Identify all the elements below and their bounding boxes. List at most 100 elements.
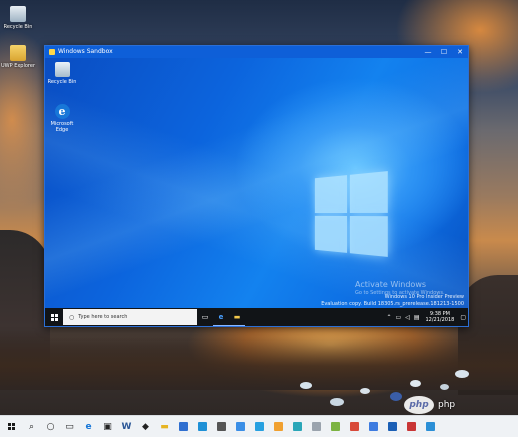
- wallpaper-stone: [455, 370, 469, 378]
- taskbar-app-2-icon: [198, 422, 207, 431]
- host-desktop-icon-label: Recycle Bin: [3, 24, 33, 30]
- recycle-bin-icon: [54, 62, 70, 77]
- host-task-view-button[interactable]: ▭: [60, 416, 79, 437]
- host-app-button[interactable]: [345, 416, 364, 437]
- php-watermark: php php: [404, 394, 516, 416]
- taskbar-app-9-icon: [331, 422, 340, 431]
- host-taskbar: ⌕ ○ ▭ e ▣ W ◆ ▬: [0, 415, 518, 437]
- search-icon: ○: [69, 313, 75, 321]
- search-placeholder: Type here to search: [78, 314, 128, 320]
- search-icon: ⌕: [28, 421, 35, 432]
- edge-icon: e: [218, 312, 224, 321]
- taskbar-app-13-icon: [407, 422, 416, 431]
- host-desktop-icon-label: UWP Explorer: [0, 63, 36, 69]
- wallpaper-stone: [440, 384, 449, 390]
- host-app-button[interactable]: [402, 416, 421, 437]
- host-file-explorer-button[interactable]: ▬: [155, 416, 174, 437]
- taskbar-file-explorer-button[interactable]: ▬: [229, 308, 245, 326]
- host-app-button[interactable]: ◆: [136, 416, 155, 437]
- volume-icon[interactable]: ◁: [405, 314, 410, 321]
- task-view-button[interactable]: ▭: [197, 308, 213, 326]
- keyboard-icon[interactable]: ▤: [414, 314, 420, 321]
- minimize-button[interactable]: —: [420, 46, 436, 58]
- host-app-button[interactable]: [231, 416, 250, 437]
- file-explorer-icon: ▬: [160, 421, 169, 432]
- host-app-button[interactable]: [307, 416, 326, 437]
- action-center-icon[interactable]: ▢: [460, 314, 466, 321]
- taskbar-app-4-icon: [236, 422, 245, 431]
- sandbox-titlebar[interactable]: Windows Sandbox — ☐ ✕: [45, 46, 468, 58]
- wallpaper-stone: [410, 380, 421, 387]
- wallpaper-light-beam: [45, 58, 468, 310]
- php-logo-icon: php: [404, 396, 434, 414]
- edge-icon: e: [54, 104, 70, 119]
- sandbox-start-button[interactable]: [45, 308, 63, 326]
- logo-pane: [314, 215, 347, 253]
- logo-pane: [349, 215, 388, 257]
- recycle-bin-icon: [10, 6, 26, 22]
- host-app-button[interactable]: [212, 416, 231, 437]
- php-watermark-text: php: [438, 400, 456, 410]
- file-explorer-icon: ▬: [233, 312, 241, 321]
- host-app-button[interactable]: [250, 416, 269, 437]
- host-desktop-icon-uwp-explorer[interactable]: UWP Explorer: [0, 45, 36, 69]
- sandbox-desktop-icon-recycle-bin[interactable]: Recycle Bin: [47, 62, 77, 85]
- sandbox-window[interactable]: Windows Sandbox — ☐ ✕ Recycle Bin e Micr…: [44, 45, 469, 327]
- host-start-button[interactable]: [0, 416, 22, 437]
- sandbox-taskbar: ○ Type here to search ▭ e ▬ ⌃ ▭ ◁ ▤ 9:38…: [45, 308, 468, 326]
- windows-logo-wallpaper: [314, 171, 388, 257]
- host-cortana-button[interactable]: ○: [41, 416, 60, 437]
- taskbar-edge-button[interactable]: e: [213, 308, 229, 326]
- host-app-button[interactable]: [364, 416, 383, 437]
- bag-icon: ◆: [142, 421, 149, 432]
- taskbar-app-12-icon: [388, 422, 397, 431]
- host-app-button[interactable]: [174, 416, 193, 437]
- host-search-button[interactable]: ⌕: [22, 416, 41, 437]
- sandbox-desktop-icon-edge[interactable]: e Microsoft Edge: [47, 104, 77, 133]
- folder-icon: [10, 45, 26, 61]
- taskbar-app-14-icon: [426, 422, 435, 431]
- host-store-button[interactable]: ▣: [98, 416, 117, 437]
- host-app-button[interactable]: [383, 416, 402, 437]
- host-app-button[interactable]: [326, 416, 345, 437]
- taskbar-app-10-icon: [350, 422, 359, 431]
- wallpaper-stone: [330, 398, 344, 406]
- taskbar-app-6-icon: [274, 422, 283, 431]
- chevron-up-icon[interactable]: ⌃: [387, 314, 392, 321]
- sandbox-system-tray: ⌃ ▭ ◁ ▤ 9:38 PM 12/21/2018 ▢: [385, 311, 469, 323]
- taskbar-app-1-icon: [179, 422, 188, 431]
- host-app-button[interactable]: [193, 416, 212, 437]
- taskbar-app-5-icon: [255, 422, 264, 431]
- sandbox-desktop-icon-label: Microsoft Edge: [50, 121, 74, 133]
- sandbox-clock[interactable]: 9:38 PM 12/21/2018: [426, 311, 455, 323]
- windows-start-icon: [7, 423, 15, 430]
- task-view-icon: ▭: [65, 421, 74, 432]
- host-app-button[interactable]: [269, 416, 288, 437]
- taskbar-app-11-icon: [369, 422, 378, 431]
- windows-start-icon: [50, 313, 58, 321]
- edge-icon: e: [85, 421, 92, 432]
- task-view-icon: ▭: [201, 313, 209, 321]
- wallpaper-stone: [300, 382, 312, 389]
- sandbox-app-icon: [49, 49, 55, 55]
- host-word-button[interactable]: W: [117, 416, 136, 437]
- sandbox-search-box[interactable]: ○ Type here to search: [63, 309, 197, 325]
- host-edge-button[interactable]: e: [79, 416, 98, 437]
- build-info-edition: Windows 10 Pro Insider Preview: [384, 294, 464, 300]
- sandbox-desktop[interactable]: Recycle Bin e Microsoft Edge Activate Wi…: [45, 58, 468, 310]
- host-desktop-icon-recycle-bin[interactable]: Recycle Bin: [0, 6, 36, 30]
- wallpaper-beach: [0, 330, 518, 390]
- sandbox-desktop-icon-label: Recycle Bin: [47, 79, 77, 85]
- wallpaper-stone: [390, 392, 402, 401]
- taskbar-app-7-icon: [293, 422, 302, 431]
- store-icon: ▣: [103, 421, 112, 432]
- close-button[interactable]: ✕: [452, 46, 468, 58]
- host-app-button[interactable]: [288, 416, 307, 437]
- logo-pane: [314, 175, 347, 213]
- sandbox-title: Windows Sandbox: [58, 48, 113, 55]
- host-app-button[interactable]: [421, 416, 440, 437]
- build-info-build: Evaluation copy. Build 18305.rs_prerelea…: [321, 301, 464, 307]
- maximize-button[interactable]: ☐: [436, 46, 452, 58]
- network-icon[interactable]: ▭: [396, 314, 402, 321]
- cortana-icon: ○: [46, 421, 55, 432]
